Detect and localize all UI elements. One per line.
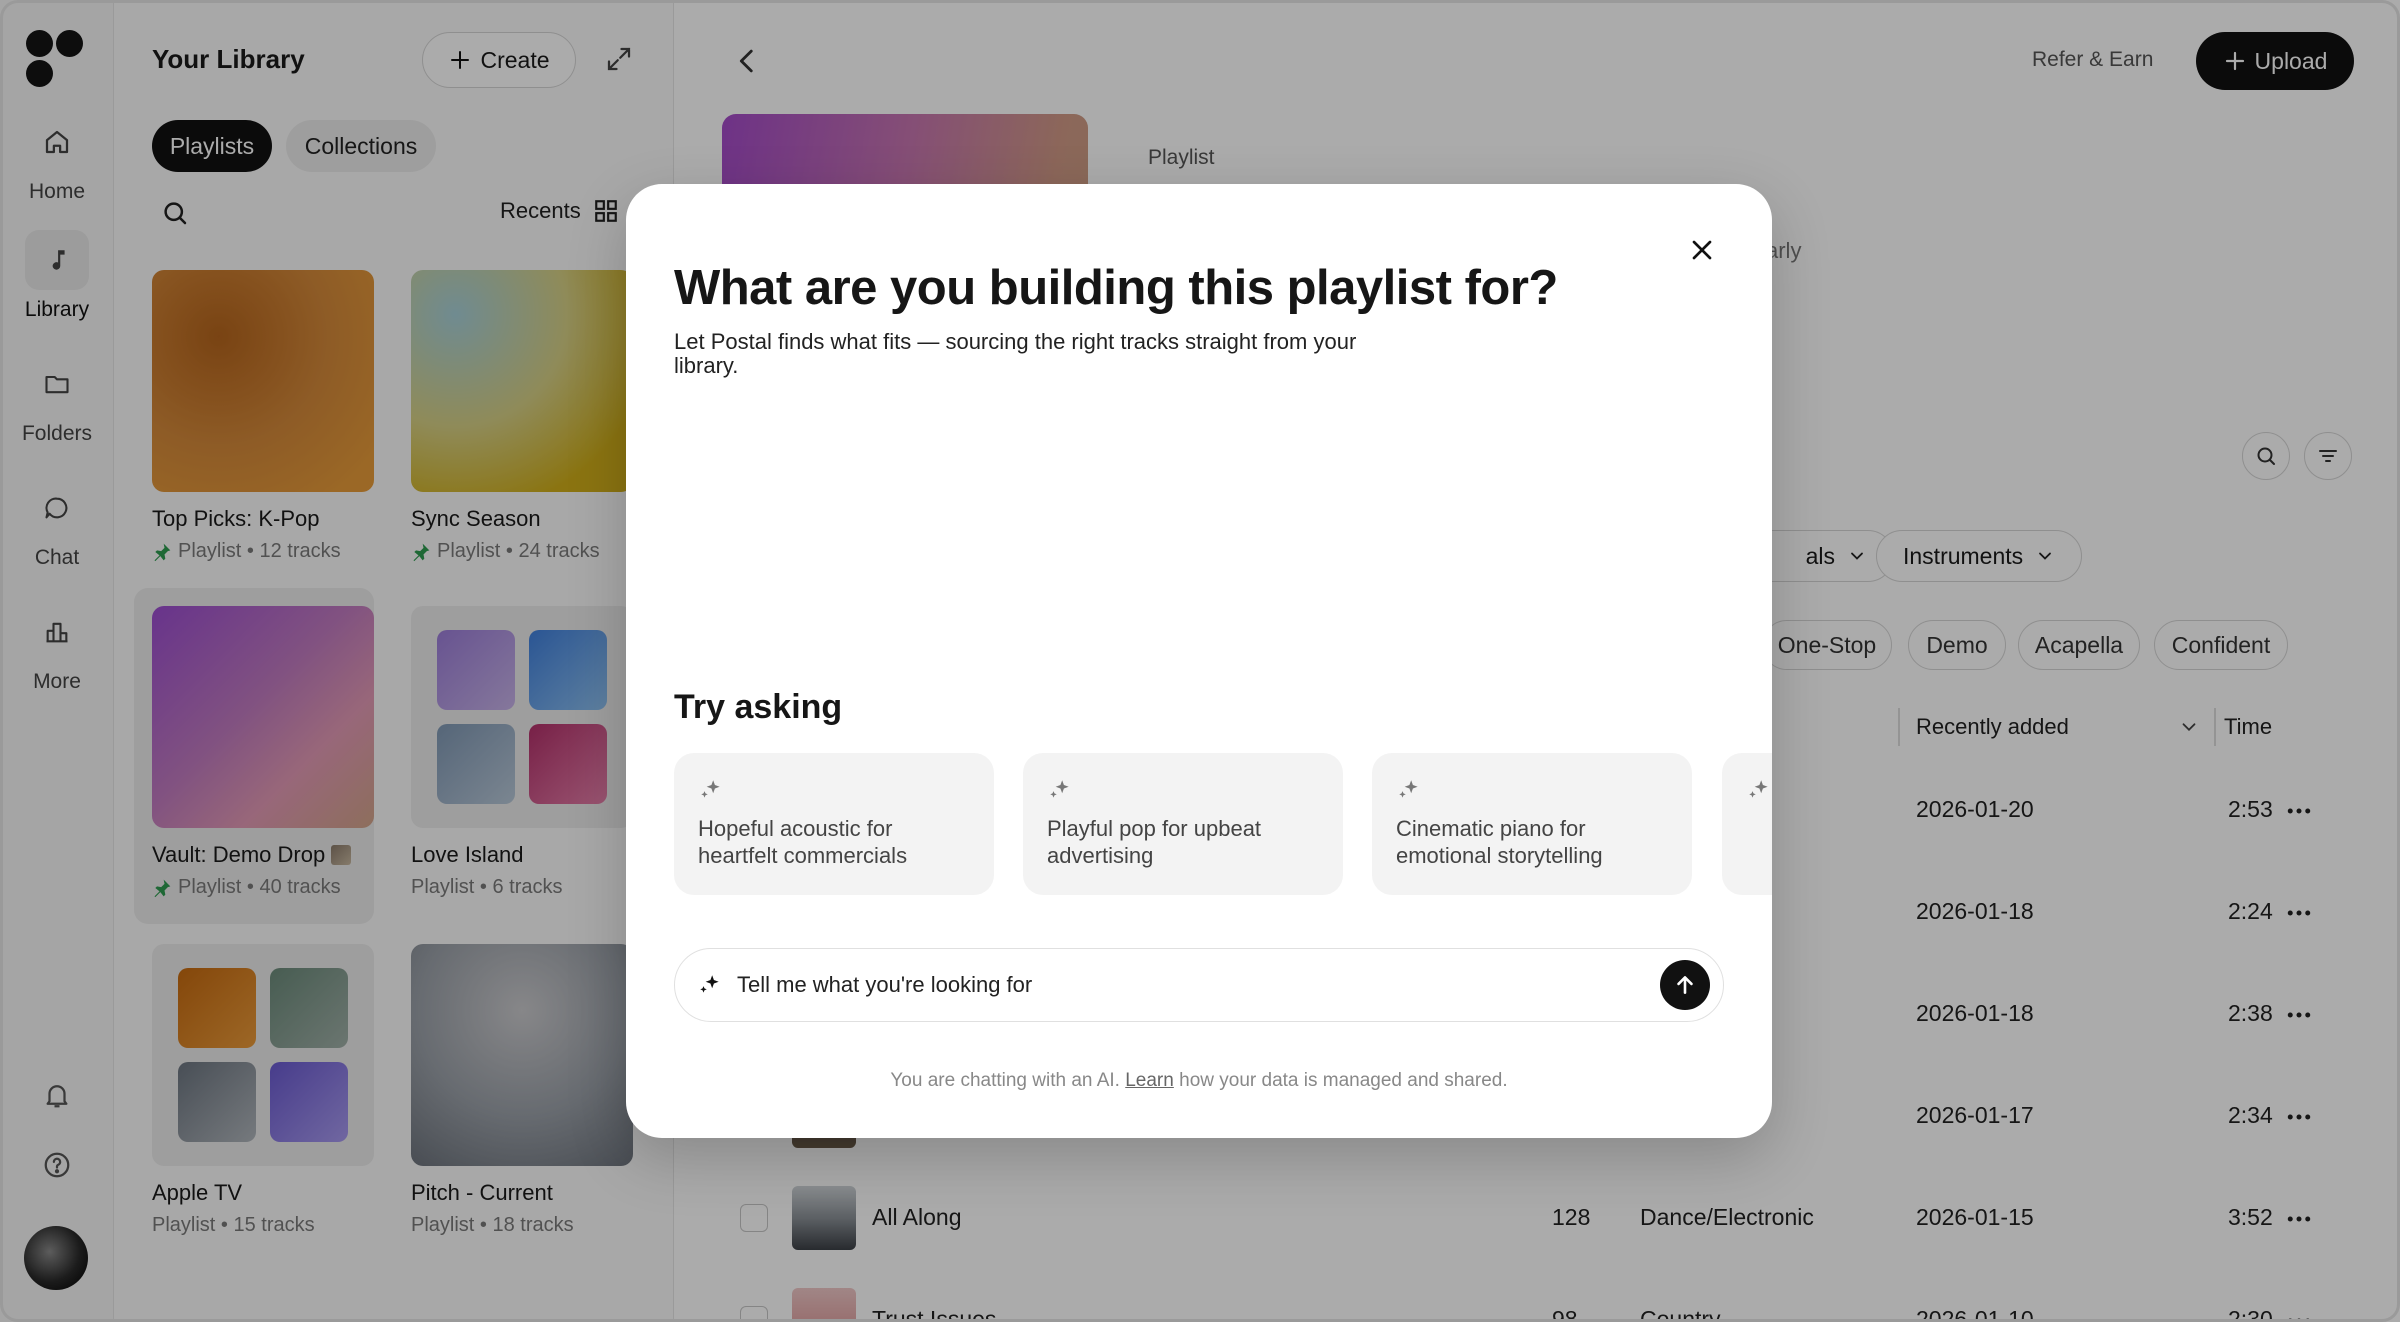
suggestion-text: Hopeful acoustic for heartfelt commercia…: [698, 816, 908, 868]
prompt-input[interactable]: Tell me what you're looking for: [674, 948, 1724, 1022]
send-button[interactable]: [1660, 960, 1710, 1010]
ai-disclaimer: You are chatting with an AI. Learn how y…: [626, 1070, 1772, 1092]
suggestion-text: Cinematic piano for emotional storytelli…: [1396, 816, 1603, 868]
prompt-placeholder: Tell me what you're looking for: [737, 972, 1033, 997]
playlist-assistant-modal: What are you building this playlist for?…: [626, 184, 1772, 1138]
modal-title: What are you building this playlist for?: [674, 261, 1558, 315]
sparkle-icon: [1050, 780, 1069, 798]
suggestion-card[interactable]: Hopeful acoustic for heartfelt commercia…: [674, 753, 994, 895]
suggestion-card[interactable]: Cinematic piano for emotional storytelli…: [1372, 753, 1692, 895]
sparkle-icon: [1749, 780, 1768, 798]
disclaimer-text: how your data is managed and shared.: [1173, 1070, 1508, 1091]
close-icon: [1692, 240, 1712, 260]
suggestion-text: Playful pop for upbeat advertising: [1047, 816, 1262, 868]
sparkle-icon: [700, 975, 719, 993]
learn-link[interactable]: Learn: [1125, 1070, 1174, 1091]
suggestion-card[interactable]: Playful pop for upbeat advertising: [1023, 753, 1343, 895]
sparkle-icon: [701, 780, 720, 798]
arrow-up-icon: [1677, 976, 1693, 994]
try-asking-heading: Try asking: [674, 688, 843, 726]
sparkle-icon: [1399, 780, 1418, 798]
disclaimer-text: You are chatting with an AI.: [890, 1070, 1126, 1091]
suggestion-card[interactable]: [1722, 753, 1772, 895]
close-button[interactable]: [1686, 234, 1718, 266]
modal-description: Let Postal finds what fits — sourcing th…: [674, 329, 1357, 378]
